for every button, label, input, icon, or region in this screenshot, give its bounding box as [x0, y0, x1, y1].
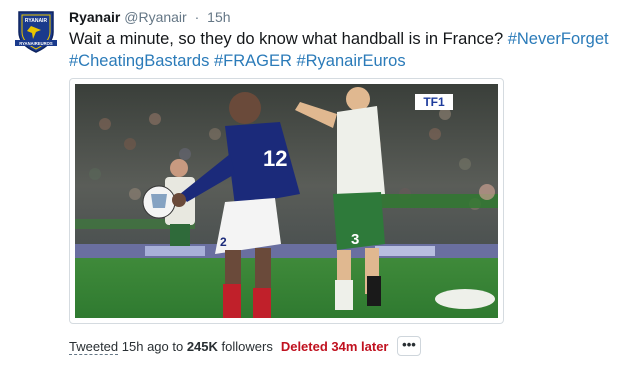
tweet-header: Ryanair @Ryanair · 15h: [69, 8, 231, 26]
tweet-timestamp[interactable]: 15h: [207, 9, 230, 25]
hashtag-frager[interactable]: #FRAGER: [214, 52, 292, 70]
tweet-footer: Tweeted 15h ago to 245K followers Deleted…: [69, 337, 389, 357]
author-name[interactable]: Ryanair: [69, 9, 120, 25]
header-separator: ·: [194, 9, 200, 25]
tf1-logo: TF1: [423, 95, 445, 109]
handball-photo: TF1 3 12 2: [75, 84, 498, 318]
jersey-number-left: 12: [263, 146, 287, 171]
avatar-logo-top: RYANAIR: [25, 18, 48, 24]
jersey-number-bottom: 2: [220, 235, 227, 249]
tweeted-label[interactable]: Tweeted: [69, 339, 119, 355]
followers-label: followers: [217, 339, 273, 354]
deleted-label: Deleted 34m later: [280, 339, 389, 354]
ryanair-crest-icon: RYANAIR RYANAIREUROS: [15, 11, 57, 53]
followers-count: 245K: [186, 339, 218, 354]
hashtag-ryanaireuros[interactable]: #RyanairEuros: [296, 52, 405, 70]
more-dots-icon[interactable]: •••: [397, 336, 421, 356]
tweet-text-body: Wait a minute, so they do know what hand…: [69, 30, 508, 48]
ago-text: 15h ago to: [118, 339, 187, 354]
avatar[interactable]: RYANAIR RYANAIREUROS: [13, 8, 59, 54]
author-handle[interactable]: @Ryanair: [124, 9, 186, 25]
avatar-logo-bottom: RYANAIREUROS: [19, 41, 53, 46]
jersey-number-right: 3: [351, 231, 359, 248]
hashtag-cheatingbastards[interactable]: #CheatingBastards: [69, 52, 209, 70]
tweet-media[interactable]: TF1 3 12 2: [69, 78, 504, 324]
tweet-text: Wait a minute, so they do know what hand…: [69, 28, 609, 72]
hashtag-neverforget[interactable]: #NeverForget: [508, 30, 609, 48]
